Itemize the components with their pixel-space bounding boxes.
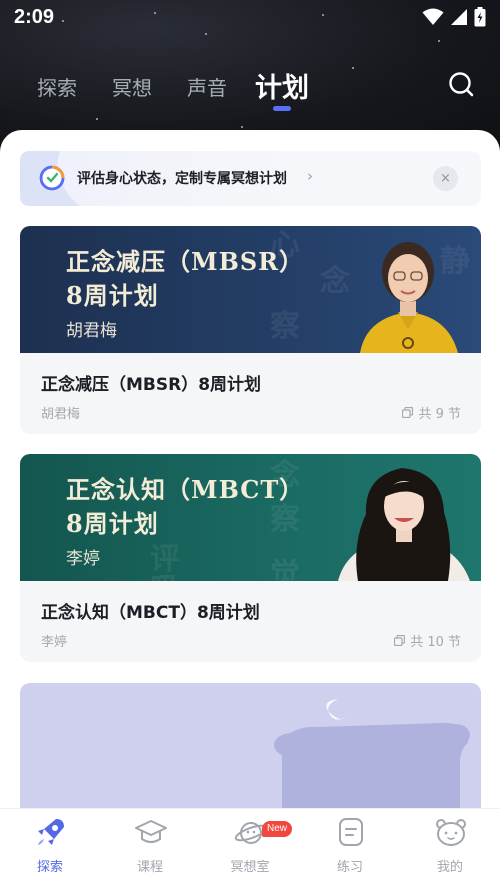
instructor-photo (338, 468, 470, 581)
plan-title: 正念认知（MBCT）8周计划 (41, 603, 260, 623)
cover-title: 正念减压（MBSR） (66, 247, 305, 276)
nav-label: 冥想室 (230, 860, 270, 875)
lesson-count: 共 9 节 (402, 403, 461, 422)
nav-profile[interactable]: 我的 (400, 809, 500, 889)
status-time: 2:09 (14, 6, 55, 28)
pillow-illustration (274, 699, 470, 808)
cover-subtitle: 8周计划 (66, 281, 159, 310)
nav-explore[interactable]: 探索 (0, 809, 100, 889)
nav-label: 我的 (436, 860, 463, 875)
lesson-count-text: 共 9 节 (418, 407, 461, 422)
cover-title: 正念认知（MBCT） (66, 475, 305, 504)
note-icon (339, 818, 363, 846)
tab-sounds[interactable]: 声音 (187, 72, 227, 101)
content-sheet: 评估身心状态，定制专属冥想计划 › × 心 念 察 静 正念减压（MBSR） 8… (0, 130, 500, 808)
nav-practice[interactable]: 练习 (300, 809, 400, 889)
bottom-nav-bar: 探索 课程 冥想室 New 练习 我的 (0, 808, 500, 889)
nav-courses[interactable]: 课程 (100, 809, 200, 889)
nav-label: 练习 (336, 860, 363, 875)
plan-card-mbsr[interactable]: 心 念 察 静 正念减压（MBSR） 8周计划 胡君梅 正念减压（MBSR）8周… (20, 226, 481, 434)
plan-author: 李婷 (41, 635, 68, 650)
new-badge: New (262, 821, 293, 837)
search-icon[interactable] (447, 70, 475, 98)
graduation-cap-icon (135, 820, 167, 843)
close-icon[interactable]: × (433, 166, 458, 191)
cover-subtitle: 8周计划 (66, 509, 159, 538)
plan-cover: 心 念 察 静 正念减压（MBSR） 8周计划 胡君梅 (20, 226, 481, 353)
copy-icon (402, 407, 414, 418)
plan-card-sleep[interactable] (20, 683, 481, 808)
tab-plans[interactable]: 计划 (255, 66, 309, 105)
cover-author: 李婷 (66, 549, 100, 569)
plan-title: 正念减压（MBSR）8周计划 (41, 375, 262, 395)
lesson-count-text: 共 10 节 (410, 635, 461, 650)
wifi-icon (422, 8, 444, 25)
tab-explore[interactable]: 探索 (37, 72, 77, 101)
top-tab-bar: 探索 冥想 声音 计划 (0, 62, 500, 112)
status-bar: 2:09 (0, 0, 500, 36)
rocket-icon (38, 819, 64, 845)
lesson-count: 共 10 节 (394, 631, 461, 650)
signal-icon (451, 9, 467, 25)
tab-meditation[interactable]: 冥想 (112, 72, 152, 101)
plan-author: 胡君梅 (41, 407, 81, 422)
bear-face-icon (436, 819, 466, 846)
copy-icon (394, 635, 406, 646)
battery-icon (474, 7, 486, 27)
active-tab-indicator (273, 106, 291, 111)
cover-author: 胡君梅 (66, 321, 117, 341)
plan-card-mbct[interactable]: 念 察 评 吸 觉 正念认知（MBCT） 8周计划 李婷 正念认知（MBCT）8… (20, 454, 481, 662)
compass-badge-icon (20, 151, 80, 206)
nav-label: 课程 (136, 860, 163, 875)
plan-cover: 念 察 评 吸 觉 正念认知（MBCT） 8周计划 李婷 (20, 454, 481, 581)
assessment-banner[interactable]: 评估身心状态，定制专属冥想计划 › × (20, 151, 481, 206)
nav-label: 探索 (36, 860, 63, 875)
chevron-right-icon: › (307, 167, 313, 185)
banner-text: 评估身心状态，定制专属冥想计划 (77, 171, 287, 187)
instructor-photo (360, 242, 458, 353)
